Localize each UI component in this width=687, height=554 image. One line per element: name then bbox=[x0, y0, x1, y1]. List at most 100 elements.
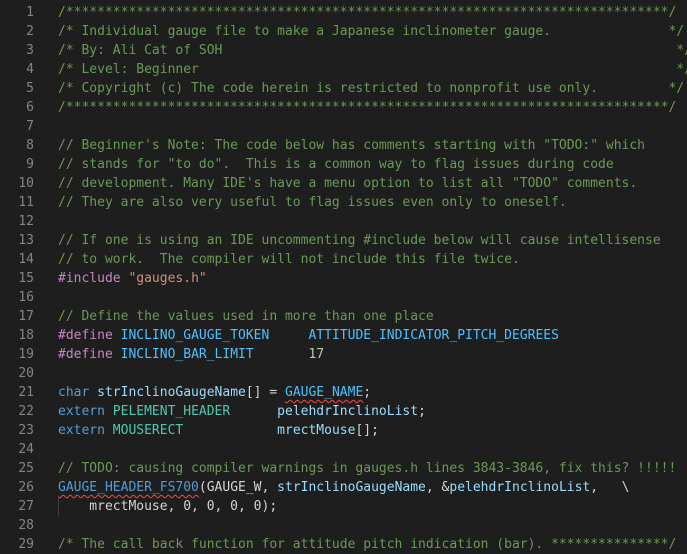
line-number: 9 bbox=[26, 157, 34, 172]
line-number: 25 bbox=[18, 461, 34, 476]
line-number: 13 bbox=[18, 233, 34, 248]
code-text[interactable]: // Beginner's Note: The code below has c… bbox=[58, 136, 645, 155]
code-text[interactable]: extern PELEMENT_HEADER pelehdrInclinoLis… bbox=[58, 402, 426, 421]
code-token: ATTITUDE_INDICATOR_PITCH_DEGREES bbox=[308, 328, 559, 343]
code-token: GAUGE_NAME bbox=[285, 385, 364, 400]
line-number: 15 bbox=[18, 271, 34, 286]
code-token: // TODO: causing compiler warnings in ga… bbox=[58, 461, 677, 476]
code-line[interactable]: 28 bbox=[0, 516, 687, 535]
code-text[interactable]: char strInclinoGaugeName[] = GAUGE_NAME; bbox=[58, 383, 371, 402]
code-text[interactable]: #include "gauges.h" bbox=[58, 269, 207, 288]
line-number: 16 bbox=[18, 290, 34, 305]
code-text[interactable]: extern MOUSERECT mrectMouse[]; bbox=[58, 421, 379, 440]
code-token: , & bbox=[425, 480, 450, 495]
code-line[interactable]: 24 bbox=[0, 440, 687, 459]
line-number: 22 bbox=[18, 404, 34, 419]
line-number: 1 bbox=[26, 5, 34, 20]
code-line[interactable]: 4 /* Level: Beginner */ bbox=[0, 60, 687, 79]
line-number: 26 bbox=[18, 480, 34, 495]
code-line[interactable]: 19 #define INCLINO_BAR_LIMIT 17 bbox=[0, 345, 687, 364]
code-token: strInclinoGaugeName bbox=[97, 385, 246, 400]
code-text[interactable]: // TODO: causing compiler warnings in ga… bbox=[58, 459, 676, 478]
code-token: INCLINO_BAR_LIMIT bbox=[120, 347, 254, 362]
code-text[interactable]: // to work. The compiler will not includ… bbox=[58, 250, 520, 269]
code-token: , \ bbox=[590, 480, 630, 495]
code-text[interactable]: /* Individual gauge file to make a Japan… bbox=[58, 22, 684, 41]
code-token: MOUSERECT bbox=[112, 423, 184, 438]
code-line[interactable]: 1 /**************************************… bbox=[0, 3, 687, 22]
line-number: 19 bbox=[18, 347, 34, 362]
line-number: 17 bbox=[18, 309, 34, 324]
line-number: 23 bbox=[18, 423, 34, 438]
line-number: 27 bbox=[18, 499, 34, 514]
code-text[interactable]: #define INCLINO_GAUGE_TOKEN ATTITUDE_IND… bbox=[58, 326, 559, 345]
code-text[interactable]: // If one is using an IDE uncommenting #… bbox=[58, 231, 661, 250]
code-line[interactable]: 11 // They are also very useful to flag i… bbox=[0, 193, 687, 212]
line-number: 20 bbox=[18, 366, 34, 381]
code-text[interactable]: // They are also very useful to flag iss… bbox=[58, 193, 567, 212]
code-text[interactable]: // Define the values used in more than o… bbox=[58, 307, 434, 326]
code-line[interactable]: 2 /* Individual gauge file to make a Japa… bbox=[0, 22, 687, 41]
code-token: /***************************************… bbox=[58, 100, 677, 115]
line-number: 24 bbox=[18, 442, 34, 457]
code-line[interactable]: 27 mrectMouse, 0, 0, 0, 0); bbox=[0, 497, 687, 516]
code-line[interactable]: 25 // TODO: causing compiler warnings in … bbox=[0, 459, 687, 478]
code-line[interactable]: 15 #include "gauges.h" bbox=[0, 269, 687, 288]
code-token: // development. Many IDE's have a menu o… bbox=[58, 176, 638, 191]
code-line[interactable]: 10 // development. Many IDE's have a menu… bbox=[0, 174, 687, 193]
line-number: 5 bbox=[26, 81, 34, 96]
code-token: pelehdrInclinoList bbox=[449, 480, 591, 495]
code-line[interactable]: 22 extern PELEMENT_HEADER pelehdrInclinoL… bbox=[0, 402, 687, 421]
line-number: 8 bbox=[26, 138, 34, 153]
code-line[interactable]: 21 char strInclinoGaugeName[] = GAUGE_NAM… bbox=[0, 383, 687, 402]
line-number: 2 bbox=[26, 24, 34, 39]
code-text[interactable]: /***************************************… bbox=[58, 3, 676, 22]
code-token: /* The call back function for attitude p… bbox=[58, 537, 677, 552]
code-token: // Beginner's Note: The code below has c… bbox=[58, 138, 645, 153]
code-token: #define bbox=[58, 347, 121, 362]
code-token: ; bbox=[418, 404, 426, 419]
code-line[interactable]: 12 bbox=[0, 212, 687, 231]
code-text[interactable]: /* Copyright (c) The code herein is rest… bbox=[58, 79, 684, 98]
code-line[interactable]: 17 // Define the values used in more than… bbox=[0, 307, 687, 326]
code-line[interactable]: 23 extern MOUSERECT mrectMouse[]; bbox=[0, 421, 687, 440]
code-line[interactable]: 6 /**************************************… bbox=[0, 98, 687, 117]
code-token: mrectMouse bbox=[277, 423, 356, 438]
line-number: 28 bbox=[18, 518, 34, 533]
code-line[interactable]: 16 bbox=[0, 288, 687, 307]
code-text[interactable]: #define INCLINO_BAR_LIMIT 17 bbox=[58, 345, 324, 364]
code-line[interactable]: 13 // If one is using an IDE uncommenting… bbox=[0, 231, 687, 250]
line-number: 10 bbox=[18, 176, 34, 191]
code-token: // stands for "to do". This is a common … bbox=[58, 157, 614, 172]
code-text[interactable]: /* The call back function for attitude p… bbox=[58, 535, 676, 554]
code-token: strInclinoGaugeName bbox=[277, 480, 426, 495]
code-editor[interactable]: 1 /**************************************… bbox=[0, 3, 687, 554]
code-line[interactable]: 8 // Beginner's Note: The code below has … bbox=[0, 136, 687, 155]
code-text[interactable]: GAUGE_HEADER_FS700(GAUGE_W, strInclinoGa… bbox=[58, 478, 629, 497]
code-line[interactable]: 3 /* By: Ali Cat of SOH */ bbox=[0, 41, 687, 60]
code-line[interactable]: 7 bbox=[0, 117, 687, 136]
code-token: extern bbox=[58, 404, 113, 419]
code-text[interactable]: mrectMouse, 0, 0, 0, 0); bbox=[58, 497, 277, 516]
code-line[interactable]: 26 GAUGE_HEADER_FS700(GAUGE_W, strInclino… bbox=[0, 478, 687, 497]
code-token: 17 bbox=[308, 347, 325, 362]
code-text[interactable]: /* Level: Beginner */ bbox=[58, 60, 687, 79]
code-token: #include bbox=[58, 271, 129, 286]
code-token: [] = bbox=[245, 385, 285, 400]
code-line[interactable]: 5 /* Copyright (c) The code herein is res… bbox=[0, 79, 687, 98]
code-token: GAUGE_HEADER_FS700 bbox=[58, 480, 199, 495]
code-line[interactable]: 18 #define INCLINO_GAUGE_TOKEN ATTITUDE_I… bbox=[0, 326, 687, 345]
code-text[interactable]: // stands for "to do". This is a common … bbox=[58, 155, 614, 174]
line-number: 3 bbox=[26, 43, 34, 58]
indent-guide bbox=[58, 497, 59, 516]
code-text[interactable]: /***************************************… bbox=[58, 98, 676, 117]
code-line[interactable]: 14 // to work. The compiler will not incl… bbox=[0, 250, 687, 269]
code-line[interactable]: 29 /* The call back function for attitude… bbox=[0, 535, 687, 554]
code-line[interactable]: 20 bbox=[0, 364, 687, 383]
line-number: 12 bbox=[18, 214, 34, 229]
code-text[interactable]: // development. Many IDE's have a menu o… bbox=[58, 174, 637, 193]
code-line[interactable]: 9 // stands for "to do". This is a common… bbox=[0, 155, 687, 174]
code-text[interactable]: /* By: Ali Cat of SOH */ bbox=[58, 41, 687, 60]
